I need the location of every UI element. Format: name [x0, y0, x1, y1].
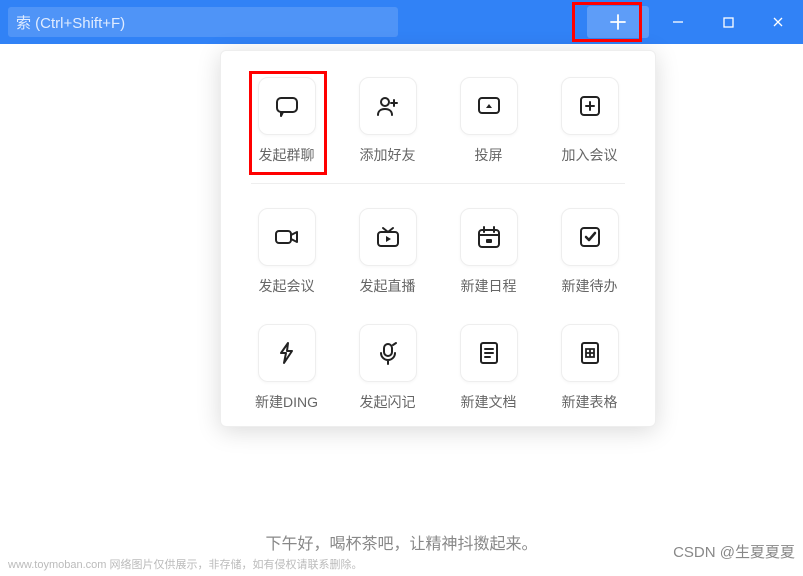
todo-icon — [576, 223, 604, 251]
titlebar: 索 (Ctrl+Shift+F) — [0, 0, 803, 44]
sheet-icon — [576, 339, 604, 367]
label: 添加好友 — [360, 145, 416, 165]
minimize-button[interactable] — [653, 0, 703, 44]
item-join-meeting[interactable]: 加入会议 — [554, 77, 625, 165]
item-new-ding[interactable]: 新建DING — [251, 324, 322, 412]
video-icon — [273, 223, 301, 251]
item-new-schedule[interactable]: 新建日程 — [453, 208, 524, 296]
item-cast[interactable]: 投屏 — [453, 77, 524, 165]
close-button[interactable] — [753, 0, 803, 44]
icon-box — [460, 324, 518, 382]
label: 投屏 — [475, 145, 503, 165]
icon-box — [561, 324, 619, 382]
label: 发起群聊 — [259, 145, 315, 165]
search-hint: 索 (Ctrl+Shift+F) — [16, 12, 125, 33]
calendar-icon — [475, 223, 503, 251]
plus-icon — [609, 13, 627, 31]
label: 新建表格 — [562, 392, 618, 412]
window-controls — [653, 0, 803, 44]
cast-icon — [475, 92, 503, 120]
flash-note-icon — [374, 339, 402, 367]
join-meeting-icon — [576, 92, 604, 120]
doc-icon — [475, 339, 503, 367]
ding-icon — [273, 339, 301, 367]
icon-box — [561, 77, 619, 135]
icon-box — [258, 77, 316, 135]
icon-box — [359, 324, 417, 382]
watermark-left: www.toymoban.com 网络图片仅供展示，非存储，如有侵权请联系删除。 — [8, 556, 362, 572]
item-new-doc[interactable]: 新建文档 — [453, 324, 524, 412]
item-start-meeting[interactable]: 发起会议 — [251, 208, 322, 296]
item-new-todo[interactable]: 新建待办 — [554, 208, 625, 296]
label: 新建DING — [255, 392, 318, 412]
add-friend-icon — [374, 92, 402, 120]
greeting-text: 下午好，喝杯茶吧，让精神抖擞起来。 — [265, 530, 537, 554]
item-start-live[interactable]: 发起直播 — [352, 208, 423, 296]
item-start-group-chat[interactable]: 发起群聊 — [251, 77, 322, 165]
label: 新建文档 — [461, 392, 517, 412]
plus-dropdown: 发起群聊 添加好友 投屏 加入会议 发起会议 — [220, 50, 656, 427]
dropdown-row-1: 发起群聊 添加好友 投屏 加入会议 — [235, 77, 641, 165]
live-icon — [374, 223, 402, 251]
icon-box — [258, 324, 316, 382]
icon-box — [359, 208, 417, 266]
dropdown-row-2: 发起会议 发起直播 新建日程 新建待办 — [235, 208, 641, 296]
label: 新建日程 — [461, 276, 517, 296]
icon-box — [561, 208, 619, 266]
dropdown-row-3: 新建DING 发起闪记 新建文档 新建表格 — [235, 324, 641, 412]
chat-icon — [273, 92, 301, 120]
close-icon — [771, 15, 785, 29]
icon-box — [359, 77, 417, 135]
divider — [251, 183, 625, 184]
watermark-right: CSDN @生夏夏夏 — [673, 541, 795, 562]
search-input[interactable]: 索 (Ctrl+Shift+F) — [8, 7, 398, 37]
item-new-sheet[interactable]: 新建表格 — [554, 324, 625, 412]
plus-button[interactable] — [587, 6, 649, 38]
item-flash-note[interactable]: 发起闪记 — [352, 324, 423, 412]
minimize-icon — [671, 15, 685, 29]
label: 加入会议 — [562, 145, 618, 165]
label: 发起会议 — [259, 276, 315, 296]
maximize-button[interactable] — [703, 0, 753, 44]
icon-box — [460, 77, 518, 135]
item-add-friend[interactable]: 添加好友 — [352, 77, 423, 165]
label: 新建待办 — [562, 276, 618, 296]
maximize-icon — [722, 16, 735, 29]
label: 发起直播 — [360, 276, 416, 296]
label: 发起闪记 — [360, 392, 416, 412]
icon-box — [258, 208, 316, 266]
icon-box — [460, 208, 518, 266]
